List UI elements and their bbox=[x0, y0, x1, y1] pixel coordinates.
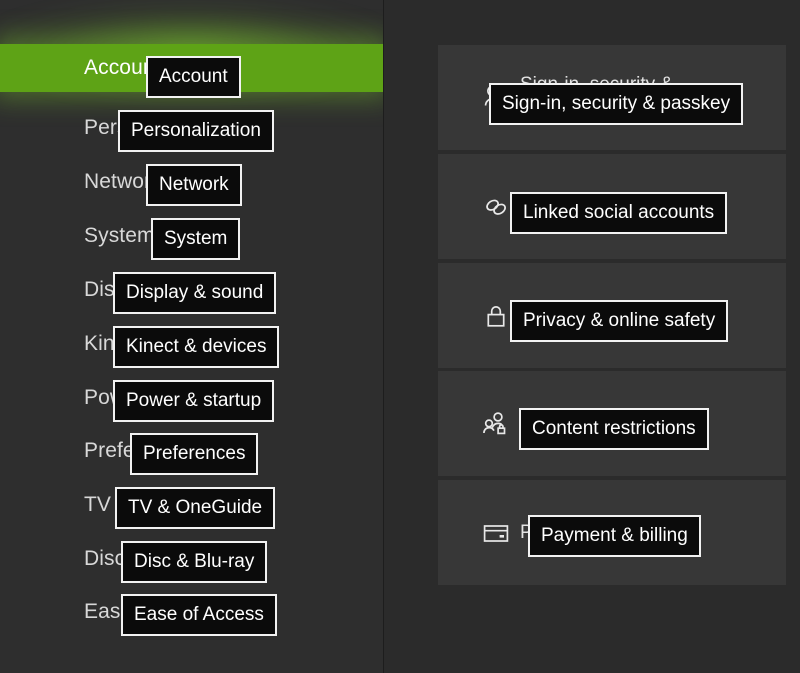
person-signin-icon bbox=[474, 83, 518, 113]
card-label: Sign-in, security & passkey bbox=[520, 73, 674, 121]
card-privacy-online-safety[interactable]: Privacy & online safety bbox=[438, 263, 786, 368]
people-lock-icon bbox=[474, 409, 518, 439]
card-sign-in-security-passkey[interactable]: Sign-in, security & passkey bbox=[438, 45, 786, 150]
sidebar-item-label: Personalization bbox=[84, 116, 230, 139]
sidebar-item-label: Preferences bbox=[84, 439, 199, 462]
sidebar-item-network[interactable]: Network bbox=[0, 158, 383, 206]
card-label: Content restrictions bbox=[520, 412, 684, 434]
credit-card-icon bbox=[474, 518, 518, 548]
sidebar-item-account[interactable]: Account bbox=[0, 44, 383, 92]
sidebar-item-label: System bbox=[84, 224, 155, 247]
sidebar-item-ease-of-access[interactable]: Ease of Access bbox=[0, 588, 383, 636]
sidebar-item-label: Account bbox=[84, 56, 161, 79]
sidebar-item-label: Disc & Blu-ray bbox=[84, 547, 219, 570]
sidebar-item-personalization[interactable]: Personalization bbox=[0, 104, 383, 152]
sidebar-item-tv-oneguide[interactable]: TV & OneGuide bbox=[0, 481, 383, 529]
sidebar-item-label: Display & sound bbox=[84, 278, 238, 301]
sidebar-item-display-sound[interactable]: Display & sound bbox=[0, 266, 383, 314]
card-content-restrictions[interactable]: Content restrictions bbox=[438, 371, 786, 476]
sidebar-item-label: Network bbox=[84, 170, 162, 193]
card-label: Payment & billing bbox=[520, 521, 667, 543]
sidebar-item-label: TV & OneGuide bbox=[84, 493, 234, 516]
sidebar-item-label: Power & startup bbox=[84, 386, 235, 409]
sidebar-item-label: Ease of Access bbox=[84, 600, 229, 623]
card-payment-billing[interactable]: Payment & billing bbox=[438, 480, 786, 585]
sidebar-item-preferences[interactable]: Preferences bbox=[0, 427, 383, 475]
padlock-icon bbox=[474, 301, 518, 331]
xbox-settings-screen: Account Personalization Network System D… bbox=[0, 0, 800, 673]
settings-sidebar: Account Personalization Network System D… bbox=[0, 0, 383, 673]
sidebar-item-label: Kinect & devices bbox=[84, 332, 241, 355]
link-chain-icon bbox=[474, 192, 518, 222]
sidebar-item-kinect-devices[interactable]: Kinect & devices bbox=[0, 320, 383, 368]
card-linked-social-accounts[interactable]: Linked social accounts bbox=[438, 154, 786, 259]
card-label: Linked social accounts bbox=[520, 195, 712, 217]
card-label: Privacy & online safety bbox=[520, 304, 713, 326]
sidebar-item-power-startup[interactable]: Power & startup bbox=[0, 374, 383, 422]
settings-content-pane: Sign-in, security & passkey Linked socia… bbox=[384, 0, 800, 673]
sidebar-item-system[interactable]: System bbox=[0, 212, 383, 260]
sidebar-item-disc-bluray[interactable]: Disc & Blu-ray bbox=[0, 535, 383, 583]
